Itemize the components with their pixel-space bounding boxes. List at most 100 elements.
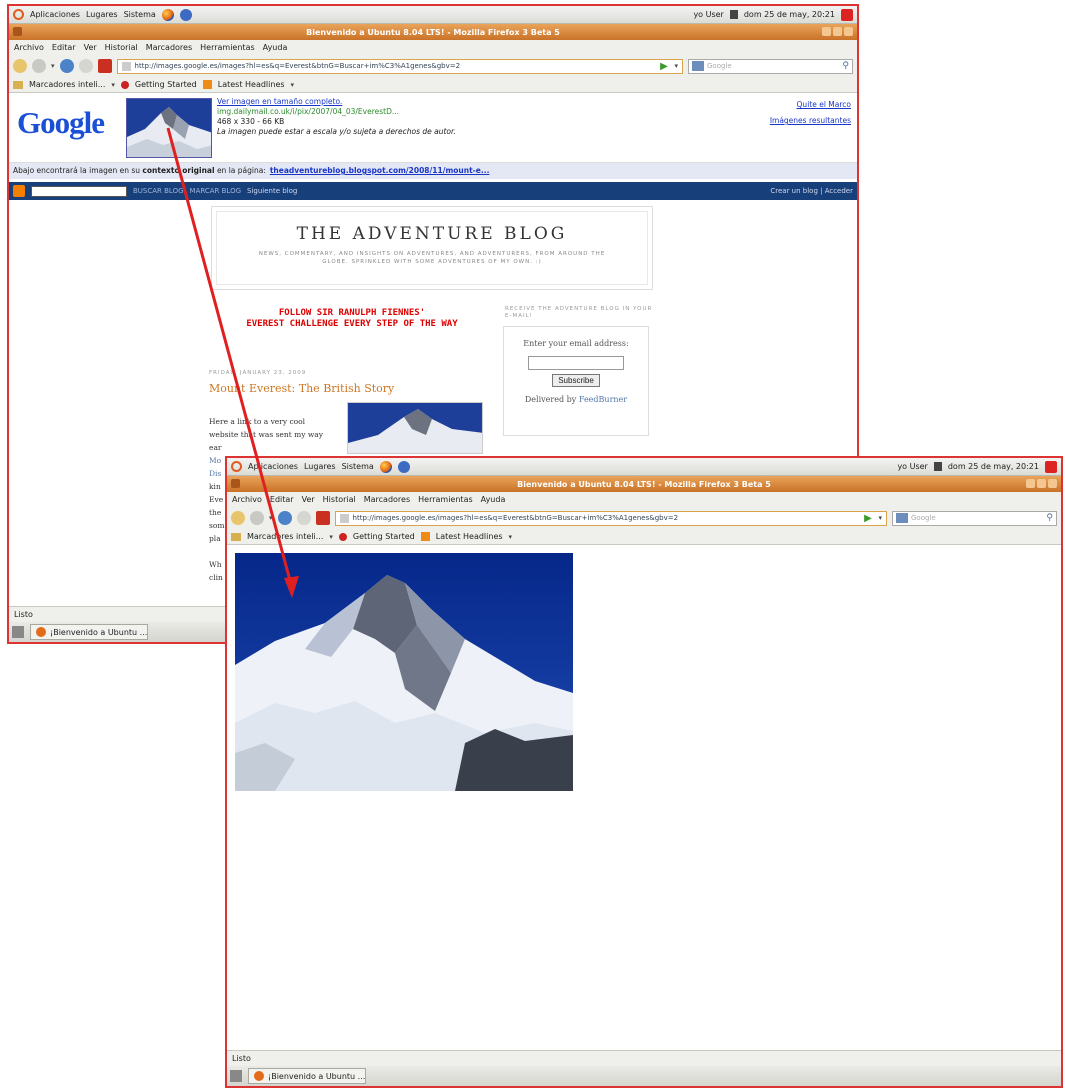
chevron-down-icon[interactable]: ▾ [291,81,295,89]
search-engine-icon[interactable] [896,513,908,523]
panel-menu-system[interactable]: Sistema [124,10,156,19]
maximize-icon[interactable] [833,27,842,36]
home-icon[interactable] [315,511,330,525]
close-icon[interactable] [1048,479,1057,488]
image-results-link[interactable]: Imágenes resultantes [770,113,851,129]
menu-edit[interactable]: Editar [52,43,76,52]
back-icon[interactable] [13,59,27,73]
volume-icon[interactable] [729,10,738,19]
panel-clock[interactable]: dom 25 de may, 20:21 [744,10,835,19]
full-size-link[interactable]: Ver imagen en tamaño completo. [217,97,456,107]
chevron-down-icon[interactable]: ▾ [111,81,115,89]
email-field[interactable] [528,356,624,370]
post-title[interactable]: Mount Everest: The British Story [209,382,394,395]
history-dropdown-icon[interactable]: ▾ [269,514,273,522]
panel-user[interactable]: yo User [693,10,723,19]
ubuntu-logo-icon[interactable] [231,461,242,472]
url-bar[interactable]: http://images.google.es/images?hl=es&q=E… [334,510,887,526]
show-desktop-icon[interactable] [230,1070,242,1082]
fiennes-banner[interactable]: FOLLOW SIR RANULPH FIENNES' EVEREST CHAL… [207,308,497,330]
chevron-down-icon[interactable]: ▾ [329,533,333,541]
next-blog-link[interactable]: Siguiente blog [247,187,297,195]
blogger-search-input[interactable] [31,185,127,197]
close-icon[interactable] [844,27,853,36]
search-placeholder[interactable]: Google [911,514,936,522]
panel-menu-places[interactable]: Lugares [86,10,118,19]
minimize-icon[interactable] [822,27,831,36]
minimize-icon[interactable] [1026,479,1035,488]
search-icon[interactable]: ⚲ [842,61,849,71]
google-logo[interactable]: Google [17,105,105,141]
stop-icon[interactable] [78,59,93,73]
reload-icon[interactable] [59,59,74,73]
go-icon[interactable]: ▶ [657,60,670,73]
url-text[interactable]: http://images.google.es/images?hl=es&q=E… [135,62,654,70]
menu-history[interactable]: Historial [323,495,356,504]
power-icon[interactable] [841,8,853,21]
search-placeholder[interactable]: Google [707,62,732,70]
panel-menu-system[interactable]: Sistema [342,462,374,471]
bookmark-getting-started[interactable]: Getting Started [353,532,415,541]
panel-menu-applications[interactable]: Aplicaciones [248,462,298,471]
reload-icon[interactable] [277,511,292,525]
url-dropdown-icon[interactable]: ▾ [878,514,882,522]
bookmark-latest-headlines[interactable]: Latest Headlines [218,80,285,89]
menu-tools[interactable]: Herramientas [200,43,255,52]
banner-line-1[interactable]: FOLLOW SIR RANULPH FIENNES' [207,308,497,319]
search-engine-icon[interactable] [692,61,704,71]
menu-view[interactable]: Ver [84,43,97,52]
panel-menu-places[interactable]: Lugares [304,462,336,471]
menu-tools[interactable]: Herramientas [418,495,473,504]
taskbar-window-button[interactable]: ¡Bienvenido a Ubuntu ... [248,1068,366,1084]
firefox-launcher-icon[interactable] [161,8,174,21]
window-menu-icon[interactable] [231,479,240,488]
stop-icon[interactable] [296,511,311,525]
remove-frame-link[interactable]: Quite el Marco [770,97,851,113]
window-titlebar[interactable]: Bienvenido a Ubuntu 8.04 LTS! - Mozilla … [227,476,1061,492]
menu-bookmarks[interactable]: Marcadores [364,495,410,504]
menu-help[interactable]: Ayuda [481,495,506,504]
taskbar-window-button[interactable]: ¡Bienvenido a Ubuntu ... [30,624,148,640]
go-icon[interactable]: ▶ [861,512,874,525]
window-menu-icon[interactable] [13,27,22,36]
history-dropdown-icon[interactable]: ▾ [51,62,55,70]
back-icon[interactable] [231,511,245,525]
maximize-icon[interactable] [1037,479,1046,488]
panel-menu-applications[interactable]: Aplicaciones [30,10,80,19]
menu-file[interactable]: Archivo [232,495,262,504]
power-icon[interactable] [1045,460,1057,473]
bookmark-latest-headlines[interactable]: Latest Headlines [436,532,503,541]
forward-icon[interactable] [250,511,264,525]
banner-line-2[interactable]: EVEREST CHALLENGE EVERY STEP OF THE WAY [207,319,497,330]
google-logo-text[interactable]: Google [17,105,105,141]
blogger-account-links[interactable]: Crear un blog | Acceder [770,187,853,195]
panel-user[interactable]: yo User [897,462,927,471]
url-bar[interactable]: http://images.google.es/images?hl=es&q=E… [116,58,683,74]
chevron-down-icon[interactable]: ▾ [509,533,513,541]
forward-icon[interactable] [32,59,46,73]
blog-title[interactable]: THE ADVENTURE BLOG [217,224,647,244]
everest-full-image[interactable] [235,553,573,791]
search-box[interactable]: Google ⚲ [688,58,853,74]
help-icon[interactable] [397,460,410,473]
ubuntu-logo-icon[interactable] [13,9,24,20]
post-everest-image[interactable] [347,402,483,454]
search-blog-button[interactable]: BUSCAR BLOG [133,187,184,195]
blogger-logo-icon[interactable] [13,185,25,197]
menu-bookmarks[interactable]: Marcadores [146,43,192,52]
show-desktop-icon[interactable] [12,626,24,638]
panel-clock[interactable]: dom 25 de may, 20:21 [948,462,1039,471]
bookmark-smart[interactable]: Marcadores inteli... [247,532,323,541]
context-page-link[interactable]: theadventureblog.blogspot.com/2008/11/mo… [270,166,490,175]
bookmark-smart[interactable]: Marcadores inteli... [29,80,105,89]
subscribe-button[interactable]: Subscribe [552,374,600,387]
flag-blog-button[interactable]: MARCAR BLOG [190,187,242,195]
help-icon[interactable] [179,8,192,21]
firefox-launcher-icon[interactable] [379,460,392,473]
bookmark-getting-started[interactable]: Getting Started [135,80,197,89]
menu-edit[interactable]: Editar [270,495,294,504]
search-box[interactable]: Google ⚲ [892,510,1057,526]
menu-history[interactable]: Historial [105,43,138,52]
url-dropdown-icon[interactable]: ▾ [674,62,678,70]
everest-thumbnail[interactable] [126,98,212,158]
